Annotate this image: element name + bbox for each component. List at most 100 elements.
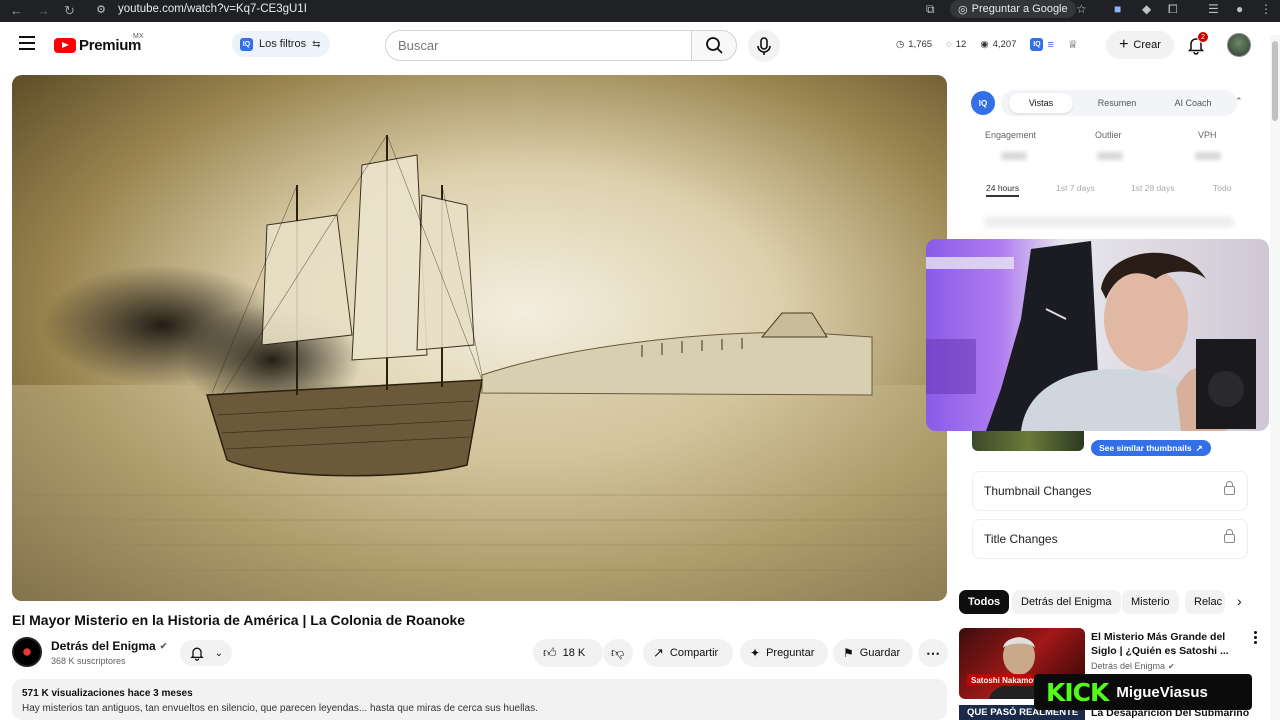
save-button[interactable]: ⚑ Guardar: [833, 639, 913, 667]
range-first-7-days[interactable]: 1st 7 days: [1056, 183, 1095, 193]
description-box[interactable]: 571 K visualizaciones hace 3 meses Hay m…: [12, 679, 947, 720]
page-scrollbar[interactable]: [1270, 35, 1280, 720]
youtube-premium-logo[interactable]: Premium MX: [54, 33, 144, 54]
scrollbar-thumb[interactable]: [1272, 41, 1278, 121]
similar-thumbnail-preview[interactable]: [972, 431, 1084, 451]
channel-avatar[interactable]: [12, 637, 42, 667]
account-avatar[interactable]: [1227, 33, 1251, 57]
lock-icon: [1224, 481, 1235, 495]
channel-name: Detrás del Enigma: [51, 639, 156, 653]
video-menu-icon[interactable]: [1254, 631, 1257, 646]
reading-list-icon[interactable]: ☰: [1208, 2, 1219, 16]
save-label: Guardar: [859, 647, 901, 659]
profile-icon[interactable]: ●: [1236, 2, 1243, 16]
like-button[interactable]: 👍︎ 18 K: [533, 639, 603, 667]
create-button[interactable]: + Crear: [1106, 31, 1174, 59]
chips-next-chevron-icon[interactable]: ›: [1237, 593, 1242, 609]
reload-icon[interactable]: ↻: [64, 3, 75, 19]
video-title: El Mayor Misterio en la Historia de Amér…: [12, 612, 466, 628]
tab-ai-coach[interactable]: AI Coach: [1157, 93, 1229, 113]
search-button[interactable]: [691, 30, 737, 61]
like-count: 18 K: [562, 647, 586, 659]
menu-dots-icon[interactable]: ⋮: [1260, 2, 1272, 16]
thumbs-down-icon: 👎︎: [611, 645, 625, 660]
tab-vistas[interactable]: Vistas: [1009, 93, 1073, 113]
install-icon[interactable]: ⧉: [926, 2, 935, 17]
google-lens-icon: ◎: [958, 3, 968, 16]
recommended-channel-name: Detrás del Enigma: [1091, 661, 1166, 671]
list-icon[interactable]: ≡: [1047, 39, 1053, 51]
dislike-button[interactable]: 👎︎: [603, 639, 633, 667]
stat-subscribers: 4,207: [992, 39, 1017, 50]
extensions-puzzle-icon[interactable]: ⧠: [1168, 2, 1178, 17]
video-frame-ship-illustration: [12, 134, 947, 601]
chip-channel[interactable]: Detrás del Enigma: [1012, 590, 1121, 614]
extension-diamond-icon[interactable]: ◆: [1142, 2, 1151, 16]
browser-toolbar: ← → ↻ ⚙ youtube.com/watch?v=Kq7-CE3gU1I …: [0, 0, 1280, 22]
ask-google-button[interactable]: ◎ Preguntar a Google: [950, 0, 1076, 18]
chip-todos[interactable]: Todos: [959, 590, 1010, 614]
back-icon[interactable]: ←: [10, 3, 23, 18]
bell-icon: [190, 647, 204, 661]
comment-icon: ◌: [946, 39, 952, 50]
range-first-28-days[interactable]: 1st 28 days: [1131, 183, 1174, 193]
share-label: Compartir: [669, 647, 719, 659]
video-player[interactable]: [12, 75, 947, 601]
chip-misterio[interactable]: Misterio: [1122, 590, 1179, 614]
ask-button[interactable]: ✦ Preguntar: [740, 639, 828, 667]
iq-extension-icon[interactable]: IQ: [1030, 38, 1044, 51]
subscription-notifications-button[interactable]: ⌄: [180, 640, 232, 666]
subscriber-count: 368 K suscriptores: [51, 656, 126, 666]
thumbnail-changes-label: Thumbnail Changes: [984, 484, 1092, 498]
streamer-webcam-overlay: [926, 239, 1269, 431]
iq-extension-icon: IQ: [240, 37, 253, 51]
bookmark-star-icon[interactable]: ☆: [1076, 2, 1087, 16]
see-similar-thumbnails-button[interactable]: See similar thumbnails ↗: [1091, 440, 1211, 456]
metric-vph-value: [1195, 152, 1221, 160]
thumbnail-changes-row[interactable]: Thumbnail Changes: [972, 471, 1248, 511]
youtube-header: Premium MX IQ Los filtros ⇆ Buscar ◷ 1,7…: [0, 22, 1280, 68]
metric-engagement-label: Engagement: [985, 130, 1037, 140]
forward-icon[interactable]: →: [37, 3, 50, 18]
chevron-down-icon: ⌄: [214, 647, 224, 659]
lock-icon: [1224, 529, 1235, 543]
trophy-icon[interactable]: ♕: [1068, 38, 1078, 51]
collapse-chevron-icon[interactable]: ⌃: [1235, 96, 1243, 107]
kick-logo: KICK: [1046, 677, 1109, 707]
recommended-channel[interactable]: Detrás del Enigma ✔: [1091, 661, 1175, 671]
notifications-button[interactable]: 2: [1186, 31, 1209, 55]
title-changes-row[interactable]: Title Changes: [972, 519, 1248, 559]
share-button[interactable]: ↗ Compartir: [643, 639, 733, 667]
clock-icon: ◷: [896, 39, 905, 50]
logo-text: Premium: [79, 37, 142, 54]
youtube-play-icon: [54, 38, 76, 53]
site-info-icon[interactable]: ⚙: [92, 3, 110, 16]
iq-tabs: Vistas Resumen AI Coach: [1001, 90, 1237, 116]
search-input[interactable]: Buscar: [385, 30, 691, 61]
filters-button[interactable]: IQ Los filtros ⇆: [232, 31, 331, 57]
view-count-and-date: 571 K visualizaciones hace 3 meses: [22, 688, 193, 699]
webcam-person-image: [926, 241, 1256, 431]
range-all[interactable]: Todo: [1213, 183, 1231, 193]
more-dots-icon: ⋯: [926, 644, 940, 661]
verified-icon: ✔: [159, 640, 168, 651]
extension-iq-icon[interactable]: ■: [1114, 2, 1121, 16]
channel-name-link[interactable]: Detrás del Enigma ✔: [51, 639, 167, 653]
iq-logo-icon[interactable]: IQ: [971, 91, 995, 115]
streamer-username: MigueViasus: [1116, 683, 1208, 701]
microphone-icon: [757, 37, 771, 55]
title-changes-label: Title Changes: [984, 532, 1058, 546]
menu-hamburger-icon[interactable]: [19, 36, 35, 50]
search-icon: [706, 37, 723, 54]
address-bar[interactable]: ⚙ youtube.com/watch?v=Kq7-CE3gU1I: [92, 0, 912, 18]
recommended-video-title[interactable]: El Misterio Más Grande del Siglo | ¿Quié…: [1091, 630, 1241, 658]
tab-resumen[interactable]: Resumen: [1083, 93, 1151, 113]
range-24-hours[interactable]: 24 hours: [986, 183, 1020, 197]
voice-search-button[interactable]: [748, 30, 780, 62]
vidiq-panel: IQ Vistas Resumen AI Coach ⌃ Engagement …: [959, 77, 1264, 257]
external-link-icon: ↗: [1195, 442, 1203, 453]
share-arrow-icon: ↗: [653, 645, 664, 660]
ask-google-label: Preguntar a Google: [971, 3, 1068, 15]
chip-related[interactable]: Relac: [1185, 590, 1225, 614]
more-actions-button[interactable]: ⋯: [918, 639, 948, 667]
